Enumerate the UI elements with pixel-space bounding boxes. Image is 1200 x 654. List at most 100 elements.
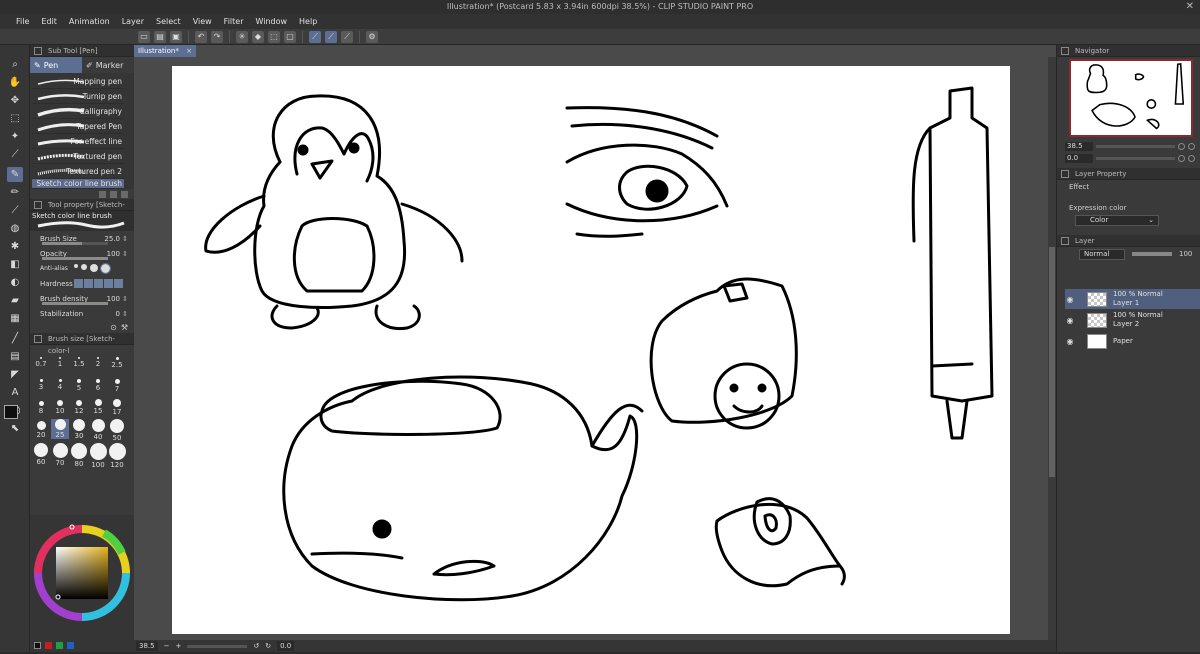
deselect-icon[interactable]: ▢ (284, 30, 296, 43)
snap-special-ruler-icon[interactable]: ⟋ (325, 30, 337, 43)
main-color-chip[interactable] (34, 641, 41, 649)
stepper-icon[interactable]: ⇕ (122, 250, 128, 258)
brush-size-preset[interactable]: 20 (32, 421, 50, 439)
scroll-thumb[interactable] (1049, 247, 1055, 477)
swatch-blue[interactable] (67, 641, 74, 649)
blend-mode-dropdown[interactable]: Normal (1079, 248, 1125, 260)
swatch-red[interactable] (45, 641, 52, 649)
brush-size-preset[interactable]: 70 (51, 443, 69, 467)
brush-size-preset[interactable]: 2.5 (108, 357, 126, 369)
brush-size-preset[interactable]: 1.5 (70, 357, 88, 368)
brush-size-preset[interactable]: 2 (89, 357, 107, 368)
decoration-icon[interactable]: ✱ (7, 239, 23, 254)
new-canvas-icon[interactable]: ▭ (138, 30, 150, 43)
brush-item-selected[interactable]: Sketch color line brush (32, 179, 124, 189)
brush-size-row[interactable]: Brush Size 25.0 ⇕ (30, 231, 134, 246)
add-subtool-icon[interactable] (110, 190, 117, 198)
text-icon[interactable]: A (7, 385, 23, 400)
tab-pen[interactable]: ✎ Pen (30, 57, 82, 73)
rotate-left-icon[interactable]: ↺ (253, 642, 259, 650)
brush-size-preset[interactable]: 40 (89, 419, 107, 441)
navigator-zoom-row[interactable]: 38.5 (1065, 141, 1195, 152)
canvas-area[interactable]: Illustration* × 38.5 − + ↺ ↻ 0.0 (134, 45, 1056, 652)
layer-row[interactable]: ◉ 100 % Normal Layer 2 (1065, 310, 1200, 330)
antialias-options[interactable] (74, 263, 111, 274)
brush-size-preset[interactable]: 0.7 (32, 357, 50, 368)
menu-layer[interactable]: Layer (116, 14, 150, 29)
redo-icon[interactable]: ↷ (211, 30, 223, 43)
blend-icon[interactable]: ◐ (7, 275, 23, 290)
brush-size-slider[interactable] (42, 242, 108, 245)
rotate-reset-icon[interactable] (1178, 155, 1185, 162)
gradient-icon[interactable]: ▦ (7, 311, 23, 326)
brush-item[interactable]: Mapping pen (32, 74, 124, 89)
menu-help[interactable]: Help (293, 14, 323, 29)
brush-item[interactable]: Tapered Pen (32, 119, 124, 134)
fill-icon[interactable]: ◆ (252, 30, 264, 43)
eraser-icon[interactable]: ◧ (7, 257, 23, 272)
undo-icon[interactable]: ↶ (195, 30, 207, 43)
stepper-icon[interactable]: ⇕ (122, 295, 128, 303)
layer-opacity-value[interactable]: 100 (1179, 250, 1192, 258)
clear-icon[interactable]: ✳ (236, 30, 248, 43)
frame-icon[interactable]: ▤ (7, 349, 23, 364)
brush-item[interactable]: Calligraphy (32, 104, 124, 119)
copy-subtool-icon[interactable] (99, 190, 106, 198)
stabilization-value[interactable]: 0 (116, 310, 120, 318)
fill-tool-icon[interactable]: ▰ (7, 293, 23, 308)
selection-icon[interactable]: ⬚ (7, 111, 23, 126)
menu-view[interactable]: View (187, 14, 218, 29)
eye-icon[interactable]: ◉ (1065, 295, 1075, 304)
rotate-right-icon[interactable]: ↻ (265, 642, 271, 650)
brush-icon[interactable]: ⟋ (7, 203, 23, 218)
zoom-fit-icon[interactable] (1178, 143, 1185, 150)
hardness-options[interactable] (74, 279, 123, 288)
layer-row-paper[interactable]: ◉ Paper (1065, 331, 1200, 351)
zoom-in-icon[interactable]: + (175, 642, 181, 650)
brush-size-preset[interactable]: 1 (51, 357, 69, 368)
zoom-slider[interactable] (187, 644, 248, 648)
brush-density-value[interactable]: 100 (107, 295, 120, 303)
canvas-paper[interactable] (172, 66, 1010, 634)
navigator-thumbnail[interactable] (1069, 59, 1193, 137)
eyedropper-icon[interactable]: ⟋ (7, 147, 23, 162)
brush-size-preset[interactable]: 10 (51, 400, 69, 415)
layer-row-selected[interactable]: ◉ 100 % Normal Layer 1 (1065, 289, 1200, 309)
navigator-zoom-value[interactable]: 38.5 (1065, 142, 1093, 151)
brush-size-preset[interactable]: 4 (51, 379, 69, 391)
document-tab[interactable]: Illustration* × (134, 45, 196, 57)
open-icon[interactable]: ▤ (154, 30, 166, 43)
zoom-out-icon[interactable]: − (164, 642, 170, 650)
brush-size-preset[interactable]: 60 (32, 443, 50, 466)
swatch-green[interactable] (56, 641, 63, 649)
layer-opacity-slider[interactable] (1132, 252, 1172, 256)
opacity-slider[interactable] (42, 257, 108, 260)
magic-wand-icon[interactable]: ✦ (7, 129, 23, 144)
tab-marker[interactable]: ✐ Marker (82, 57, 134, 73)
wrench-settings-icon[interactable]: ⚒ (121, 323, 128, 332)
brush-size-preset[interactable]: 3 (32, 379, 50, 391)
snap-ruler-icon[interactable]: ⟋ (309, 30, 321, 43)
snap-grid-icon[interactable]: ⟋ (341, 30, 353, 43)
opacity-value[interactable]: 100 (107, 250, 120, 258)
zoom-actual-icon[interactable] (1188, 143, 1195, 150)
menu-edit[interactable]: Edit (35, 14, 63, 29)
vertical-scrollbar[interactable] (1048, 57, 1056, 647)
navigator-rotation-slider[interactable] (1096, 157, 1175, 160)
reset-icon[interactable]: ⊙ (110, 323, 117, 332)
close-window-icon[interactable]: ✕ (1186, 0, 1194, 14)
antialias-row[interactable]: Anti-alias (30, 261, 134, 276)
brush-size-preset[interactable]: 120 (108, 443, 126, 469)
eye-icon[interactable]: ◉ (1065, 337, 1075, 346)
zoom-icon[interactable]: ⌕ (7, 57, 23, 72)
brush-size-preset[interactable]: 80 (70, 443, 88, 468)
menu-animation[interactable]: Animation (63, 14, 116, 29)
main-color-swatch[interactable] (4, 405, 18, 419)
brush-size-preset[interactable]: 5 (70, 379, 88, 392)
ruler-icon[interactable]: ◤ (7, 367, 23, 382)
airbrush-icon[interactable]: ◍ (7, 221, 23, 236)
pen-tool-icon[interactable]: ✎ (7, 167, 23, 182)
brush-size-preset[interactable]: 7 (108, 379, 126, 393)
stepper-icon[interactable]: ⇕ (122, 235, 128, 243)
brush-size-preset[interactable]: 30 (70, 419, 88, 440)
